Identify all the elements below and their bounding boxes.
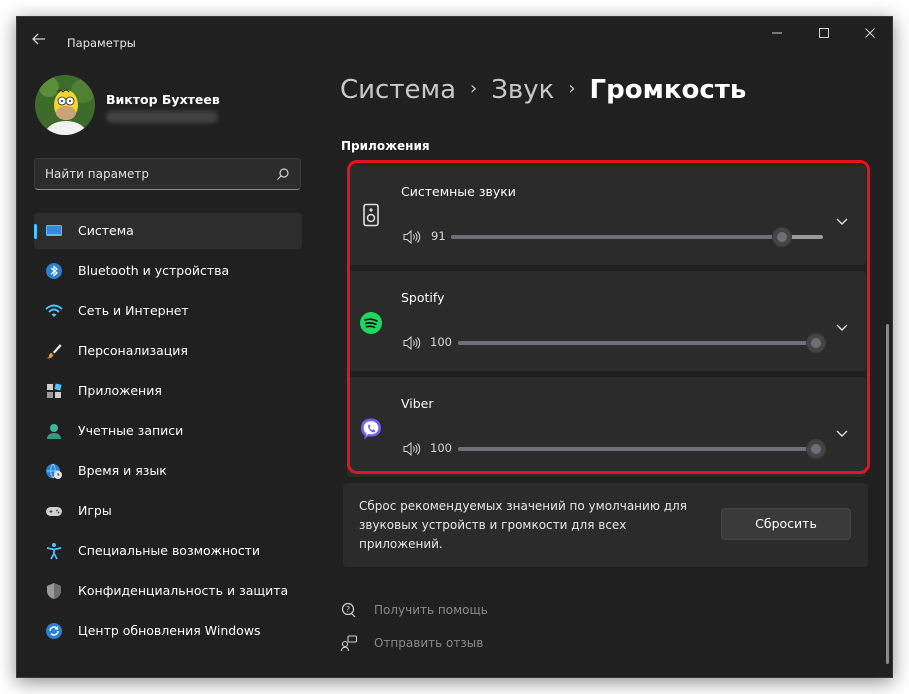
sidebar-nav: Система Bluetooth и устройства Сеть и Ин…	[34, 213, 302, 653]
app-volume-card-system-sounds[interactable]: Системные звуки 91	[347, 165, 866, 265]
app-name: Системные звуки	[401, 184, 516, 199]
feedback-icon	[340, 635, 358, 652]
reset-card: Сброс рекомендуемых значений по умолчани…	[343, 483, 868, 567]
sidebar-item-bluetooth[interactable]: Bluetooth и устройства	[34, 253, 302, 289]
reset-description: Сброс рекомендуемых значений по умолчани…	[359, 499, 687, 551]
volume-slider[interactable]	[451, 235, 823, 239]
volume-slider-fill	[458, 341, 824, 345]
breadcrumb: Система › Звук › Громкость	[340, 75, 746, 105]
sidebar-item-apps[interactable]: Приложения	[34, 373, 302, 409]
help-icon: ?	[341, 602, 357, 618]
title-bar: Параметры	[17, 17, 892, 51]
volume-slider-thumb[interactable]	[806, 439, 826, 459]
gamepad-icon	[45, 502, 63, 520]
settings-window: Параметры Виктор Бухтеев Найти параметр …	[16, 16, 893, 678]
person-icon	[45, 422, 63, 440]
sidebar-item-network[interactable]: Сеть и Интернет	[34, 293, 302, 329]
user-name: Виктор Бухтеев	[106, 92, 220, 107]
volume-icon[interactable]	[403, 335, 421, 351]
app-volume-list: Системные звуки 91 Spotify 100 Viber 100	[347, 162, 869, 477]
sidebar-item-time-language[interactable]: Время и язык	[34, 453, 302, 489]
volume-slider-fill	[451, 235, 785, 239]
app-name: Viber	[401, 396, 434, 411]
app-volume-card-viber[interactable]: Viber 100	[347, 377, 866, 477]
scrollbar[interactable]	[886, 324, 889, 664]
avatar[interactable]	[35, 75, 95, 135]
minimize-button[interactable]	[762, 27, 792, 43]
speaker-icon	[359, 203, 383, 227]
search-icon[interactable]	[276, 166, 290, 180]
sidebar-item-privacy[interactable]: Конфиденциальность и защита	[34, 573, 302, 609]
sidebar-item-accounts[interactable]: Учетные записи	[34, 413, 302, 449]
maximize-button[interactable]	[809, 27, 839, 43]
globe-clock-icon	[45, 462, 63, 480]
brush-icon	[45, 342, 63, 360]
search-placeholder: Найти параметр	[45, 167, 149, 181]
volume-slider[interactable]	[458, 447, 824, 451]
window-title: Параметры	[67, 36, 136, 50]
app-volume-card-spotify[interactable]: Spotify 100	[347, 271, 866, 371]
sidebar-item-gaming[interactable]: Игры	[34, 493, 302, 529]
svg-text:?: ?	[346, 605, 350, 614]
close-button[interactable]	[855, 27, 885, 43]
sidebar-item-accessibility[interactable]: Специальные возможности	[34, 533, 302, 569]
back-arrow-icon[interactable]	[31, 31, 51, 47]
update-icon	[45, 622, 63, 640]
search-input[interactable]: Найти параметр	[34, 158, 301, 190]
reset-button[interactable]: Сбросить	[721, 508, 851, 540]
chevron-down-icon[interactable]	[835, 423, 849, 437]
section-title-apps: Приложения	[341, 139, 430, 153]
bluetooth-icon	[45, 262, 63, 280]
breadcrumb-system[interactable]: Система	[340, 75, 456, 105]
volume-slider-thumb[interactable]	[772, 227, 792, 247]
sidebar-item-personalization[interactable]: Персонализация	[34, 333, 302, 369]
sidebar-item-windows-update[interactable]: Центр обновления Windows	[34, 613, 302, 649]
breadcrumb-separator: ›	[568, 78, 576, 99]
volume-icon[interactable]	[403, 441, 421, 457]
chevron-down-icon[interactable]	[835, 317, 849, 331]
volume-slider-thumb[interactable]	[806, 333, 826, 353]
wifi-icon	[45, 302, 63, 320]
sidebar-item-system[interactable]: Система	[34, 213, 302, 249]
volume-slider-fill	[458, 447, 824, 451]
apps-icon	[45, 382, 63, 400]
volume-value: 100	[430, 441, 452, 455]
spotify-icon	[359, 311, 383, 335]
accessibility-icon	[45, 542, 63, 560]
volume-icon[interactable]	[403, 229, 421, 245]
page-title: Громкость	[589, 75, 747, 105]
breadcrumb-separator: ›	[470, 78, 478, 99]
breadcrumb-sound[interactable]: Звук	[491, 75, 554, 105]
monitor-icon	[45, 222, 63, 240]
shield-icon	[45, 582, 63, 600]
viber-icon	[359, 417, 383, 441]
app-name: Spotify	[401, 290, 445, 305]
chevron-down-icon[interactable]	[835, 211, 849, 225]
volume-slider[interactable]	[458, 341, 824, 345]
volume-value: 91	[431, 229, 446, 243]
user-email-blurred	[106, 111, 218, 123]
volume-value: 100	[430, 335, 452, 349]
